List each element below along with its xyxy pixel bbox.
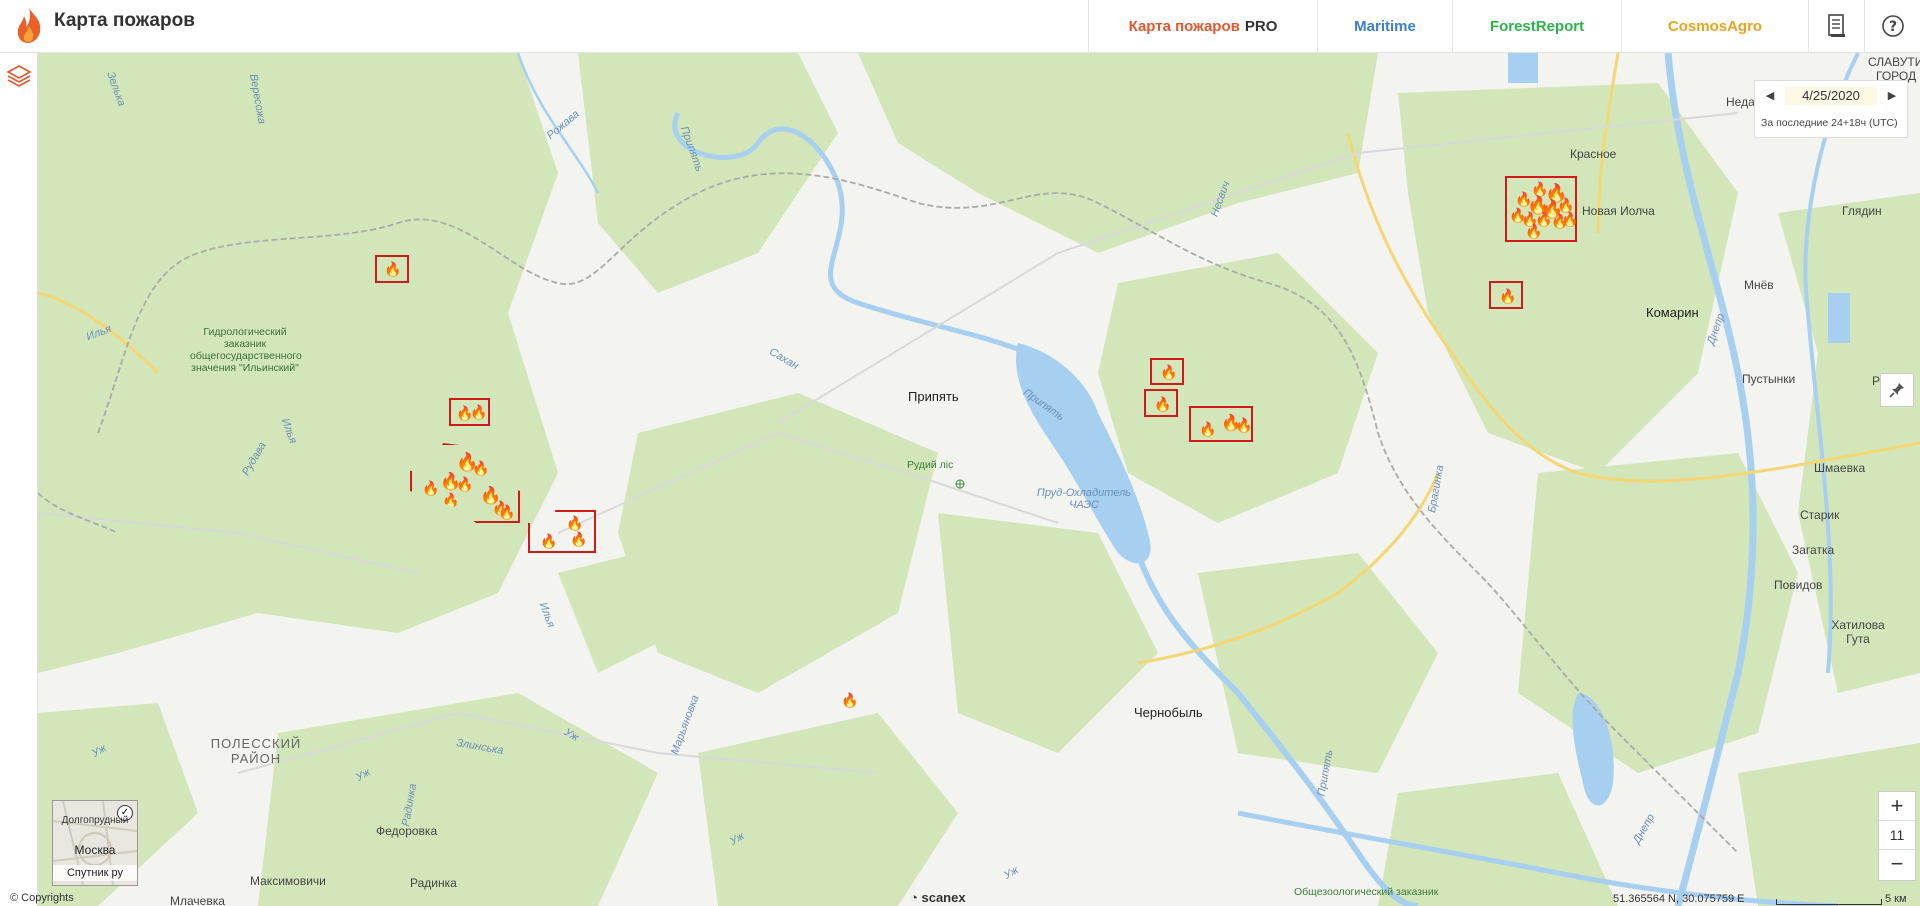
scanex-logo-text: scanex <box>921 890 966 905</box>
help-icon: ? <box>1881 15 1904 37</box>
label-chernobyl: Чернобыль <box>1134 705 1203 720</box>
label-prud: Пруд-Охладитель ЧАЭС <box>1036 487 1132 511</box>
map-canvas[interactable]: Припять Чернобыль Комарин Красное Новая … <box>38 53 1920 906</box>
label-zagatka: Загатка <box>1792 543 1835 557</box>
label-reserve-ilinsky: Гидрологический заказник общегосударстве… <box>190 326 302 374</box>
fire-area[interactable]: 🔥 <box>1150 358 1184 385</box>
zoom-level: 11 <box>1879 820 1915 850</box>
layers-icon[interactable] <box>6 63 32 89</box>
nav-maritime[interactable]: Maritime <box>1317 0 1452 52</box>
fire-area[interactable]: 🔥 🔥 🔥 🔥 🔥 🔥 🔥 🔥 🔥 🔥 🔥 🔥 <box>1505 176 1579 242</box>
label-obsh-zakaznik: Общезоологический заказник <box>1294 886 1439 898</box>
zoom-control: + 11 − <box>1878 791 1916 881</box>
map-base-layer <box>38 53 1920 906</box>
fire-icon: 🔥 <box>384 261 402 277</box>
zoom-in-button[interactable]: + <box>1879 792 1915 820</box>
scanex-logo-icon: ◔ <box>910 890 918 905</box>
label-povidov: Повидов <box>1774 578 1823 592</box>
label-krasnoe: Красное <box>1570 147 1617 161</box>
label-pustynki: Пустынки <box>1742 372 1796 386</box>
fire-icon: 🔥 <box>1499 288 1517 304</box>
fire-icon: 🔥 <box>472 460 490 476</box>
fire-area[interactable]: 🔥 <box>1489 281 1523 309</box>
fire-icon: 🔥 <box>1557 197 1575 213</box>
date-next-button[interactable]: ▶ <box>1883 87 1901 105</box>
document-button[interactable] <box>1808 0 1864 52</box>
copyrights-link[interactable]: © Copyrights <box>10 892 74 904</box>
fire-icon[interactable]: 🔥 <box>841 693 858 707</box>
fire-icon: 🔥 <box>422 480 440 496</box>
nav-forestreport[interactable]: ForestReport <box>1452 0 1621 52</box>
document-icon <box>1827 14 1845 37</box>
basemap-switcher[interactable]: ✓ Долгопрудный Москва Спутник ру <box>52 800 138 886</box>
label-starik: Старик <box>1800 508 1840 522</box>
nav-fires-pro[interactable]: Карта пожаров PRO <box>1088 0 1317 52</box>
fire-icon: 🔥 <box>1160 364 1178 380</box>
fire-logo-icon <box>17 8 41 43</box>
minimap-city: Москва <box>74 843 116 857</box>
date-prev-button[interactable]: ◀ <box>1761 87 1779 105</box>
top-nav: Карта пожаров PRO Maritime ForestReport … <box>1088 0 1920 52</box>
nav-forestreport-label: ForestReport <box>1489 17 1585 35</box>
label-mlachevka: Млачевка <box>170 894 225 906</box>
fire-area[interactable]: 🔥 🔥 🔥 <box>1189 406 1253 442</box>
fire-icon: 🔥 <box>570 531 588 547</box>
pin-button[interactable] <box>1880 373 1914 407</box>
fire-icon: 🔥 <box>566 515 584 531</box>
minimap-top-label: Долгопрудный <box>61 815 129 826</box>
scale-bar <box>1776 899 1882 905</box>
pin-icon <box>1889 383 1904 398</box>
label-mnev: Мнёв <box>1744 278 1774 292</box>
app-header: Карта пожаров Карта пожаров PRO Maritime… <box>0 0 1920 53</box>
label-rudiy-lis: Рудий ліс <box>907 459 954 471</box>
label-khatilova-guta: Хатилова Гута <box>1831 618 1885 646</box>
label-radinka: Радинка <box>410 876 457 890</box>
label-komarin: Комарин <box>1646 305 1699 320</box>
label-maksimovichi: Максимовичи <box>250 874 326 888</box>
nav-fires-pro-suffix: PRO <box>1244 17 1278 35</box>
fire-area[interactable]: 🔥 <box>375 255 409 283</box>
nav-cosmosagro[interactable]: CosmosAgro <box>1621 0 1808 52</box>
fire-icon: 🔥 <box>1154 396 1172 412</box>
help-button[interactable]: ? <box>1864 0 1920 52</box>
nav-fires-pro-label: Карта пожаров <box>1128 17 1240 35</box>
coordinates-readout[interactable]: 51.365564 N, 30.075759 E <box>1613 893 1745 905</box>
fire-icon: 🔥 <box>1199 421 1217 437</box>
date-value[interactable]: 4/25/2020 <box>1785 87 1877 105</box>
fire-icon: 🔥 <box>498 504 516 520</box>
label-ned: Неда <box>1726 95 1755 109</box>
left-toolbar <box>0 53 38 906</box>
nav-maritime-label: Maritime <box>1354 17 1416 35</box>
label-glyadin: Глядин <box>1842 204 1882 218</box>
scale-label: 5 км <box>1885 893 1907 905</box>
zoom-out-button[interactable]: − <box>1879 850 1915 878</box>
label-pripyat: Припять <box>908 389 959 404</box>
label-slavutich: СЛАВУТИЧ <box>1868 55 1920 69</box>
label-novaya-iolcha: Новая Иолча <box>1582 204 1655 218</box>
fire-icon: 🔥 <box>1561 211 1579 227</box>
label-polessky-raion: ПОЛЕССКИЙ РАЙОН <box>210 736 302 766</box>
scanex-logo[interactable]: ◔ scanex <box>910 890 966 905</box>
svg-text:?: ? <box>1888 19 1896 35</box>
app-title: Карта пожаров <box>54 10 195 31</box>
date-panel: ◀ 4/25/2020 ▶ За последние 24+18ч (UTC) <box>1754 80 1908 138</box>
fire-icon: 🔥 <box>540 533 558 549</box>
fire-area[interactable]: 🔥 🔥 <box>449 398 490 426</box>
label-shmaevka: Шмаевка <box>1814 461 1866 475</box>
minimap-label: Спутник ру <box>53 865 137 881</box>
fire-icon: 🔥 <box>470 404 488 420</box>
fire-icon: 🔥 <box>1525 223 1543 239</box>
nav-cosmosagro-label: CosmosAgro <box>1667 17 1763 35</box>
fire-icon: 🔥 <box>456 476 474 492</box>
date-period: За последние 24+18ч (UTC) <box>1761 117 1898 129</box>
fire-area[interactable]: 🔥 <box>1144 389 1178 417</box>
fire-icon: 🔥 <box>1235 417 1253 433</box>
